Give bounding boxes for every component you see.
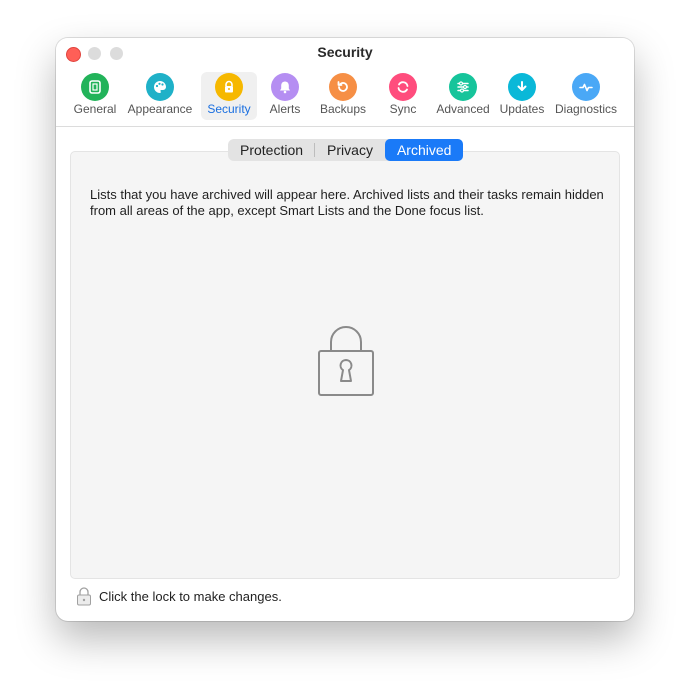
lock-footer-text: Click the lock to make changes.: [99, 588, 282, 604]
sliders-icon: [449, 73, 477, 101]
bell-icon: [271, 73, 299, 101]
toolbar-item-sync[interactable]: Sync: [379, 72, 427, 120]
large-lock-icon: [318, 326, 374, 396]
toolbar-label-appearance: Appearance: [127, 102, 193, 116]
palette-icon: [146, 73, 174, 101]
backup-icon: [329, 73, 357, 101]
lock-footer: Click the lock to make changes.: [76, 586, 282, 606]
toolbar-item-updates[interactable]: Updates: [497, 72, 547, 120]
archived-description: Lists that you have archived will appear…: [90, 187, 604, 218]
preferences-window: Security General Appearance Security Ale…: [56, 38, 634, 621]
toolbar-label-diagnostics: Diagnostics: [554, 102, 618, 116]
toolbar-label-updates: Updates: [499, 102, 545, 116]
diagnostics-icon: [572, 73, 600, 101]
toolbar-item-appearance[interactable]: Appearance: [126, 72, 194, 120]
tab-privacy[interactable]: Privacy: [315, 139, 385, 161]
general-icon: [81, 73, 109, 101]
padlock-icon[interactable]: [76, 586, 92, 606]
toolbar-item-backups[interactable]: Backups: [313, 72, 373, 120]
toolbar-item-security[interactable]: Security: [201, 72, 257, 120]
lock-icon: [215, 73, 243, 101]
sync-icon: [389, 73, 417, 101]
toolbar-label-general: General: [73, 102, 117, 116]
tab-protection[interactable]: Protection: [228, 139, 316, 161]
toolbar-label-security: Security: [207, 102, 251, 116]
toolbar-label-advanced: Advanced: [436, 102, 490, 116]
toolbar-label-alerts: Alerts: [269, 102, 301, 116]
toolbar-item-diagnostics[interactable]: Diagnostics: [553, 72, 619, 120]
toolbar-item-alerts[interactable]: Alerts: [263, 72, 307, 120]
toolbar-label-backups: Backups: [319, 102, 367, 116]
window-title: Security: [317, 44, 373, 60]
toolbar-item-general[interactable]: General: [68, 72, 122, 120]
toolbar-item-advanced[interactable]: Advanced: [433, 72, 493, 120]
tab-control: Protection Privacy Archived: [228, 139, 464, 161]
titlebar: Security General Appearance Security Ale…: [56, 38, 634, 127]
tab-archived[interactable]: Archived: [384, 139, 464, 161]
toolbar-label-sync: Sync: [389, 102, 417, 116]
download-icon: [508, 73, 536, 101]
